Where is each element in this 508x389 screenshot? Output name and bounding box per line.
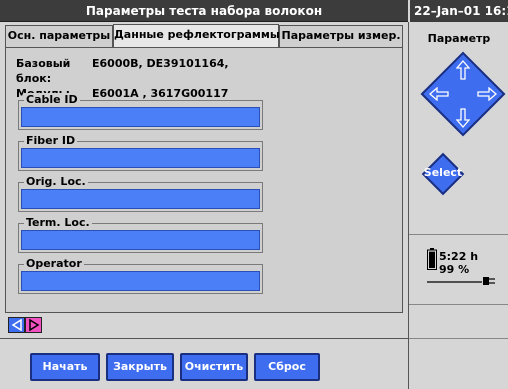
bottom-toolbar: Начать Закрыть Очистить Сброс (0, 338, 408, 389)
select-label: Select (423, 166, 463, 179)
next-page-button[interactable] (25, 317, 42, 333)
cable-id-group: Cable ID (18, 93, 263, 130)
term-loc-group: Term. Loc. (18, 216, 263, 253)
right-panel: Параметр Select 5:22 h 99 % (408, 22, 508, 389)
datetime-display: 22–Jan–01 16:1 (410, 0, 508, 22)
battery-time: 5:22 h (439, 250, 479, 263)
arrow-down-icon (456, 108, 470, 128)
fiber-id-input[interactable] (21, 148, 260, 168)
operator-input[interactable] (21, 271, 260, 291)
prev-page-button[interactable] (8, 317, 25, 333)
battery-status: 5:22 h 99 % (427, 246, 507, 286)
arrow-left-icon (429, 87, 449, 101)
fiber-id-group: Fiber ID (18, 134, 263, 171)
window-title: Параметры теста набора волокон (0, 0, 408, 22)
arrow-left-button[interactable] (427, 82, 451, 106)
operator-label: Operator (24, 257, 84, 271)
direction-pad (419, 50, 507, 138)
arrow-right-icon (477, 87, 497, 101)
page-nav (8, 317, 42, 333)
battery-icon (427, 248, 437, 270)
power-plug-icon (427, 277, 495, 285)
next-arrow-icon (28, 319, 39, 331)
arrow-up-button[interactable] (451, 58, 475, 82)
module-value: E6001A , 3617G00117 (92, 87, 229, 100)
prev-arrow-icon (11, 319, 22, 331)
tab-bar: Осн. параметры Данные рефлектограммы Пар… (0, 22, 408, 48)
tab-measure-params[interactable]: Параметры измер. (279, 25, 403, 47)
orig-loc-label: Orig. Loc. (24, 175, 88, 189)
base-unit-label: Базовый блок: (16, 57, 71, 85)
cable-id-label: Cable ID (24, 93, 80, 107)
fiber-id-label: Fiber ID (24, 134, 78, 148)
close-button[interactable]: Закрыть (106, 353, 174, 381)
cable-id-input[interactable] (21, 107, 260, 127)
reset-button[interactable]: Сброс (254, 353, 320, 381)
arrow-right-button[interactable] (475, 82, 499, 106)
arrow-up-icon (456, 60, 470, 80)
term-loc-label: Term. Loc. (24, 216, 92, 230)
orig-loc-group: Orig. Loc. (18, 175, 263, 212)
term-loc-input[interactable] (21, 230, 260, 250)
tab-trace-data[interactable]: Данные рефлектограммы (113, 24, 280, 48)
parameter-title: Параметр (427, 32, 491, 45)
start-button[interactable]: Начать (30, 353, 100, 381)
base-unit-value: E6000B, DE39101164, (92, 57, 229, 70)
select-button[interactable]: Select (419, 150, 467, 198)
app-window: Параметры теста набора волокон 22–Jan–01… (0, 0, 508, 389)
tab-main-params[interactable]: Осн. параметры (5, 25, 113, 47)
clear-button[interactable]: Очистить (180, 353, 248, 381)
operator-group: Operator (18, 257, 263, 294)
orig-loc-input[interactable] (21, 189, 260, 209)
main-panel: Базовый блок: E6000B, DE39101164, Модуль… (5, 47, 403, 313)
arrow-down-button[interactable] (451, 106, 475, 130)
